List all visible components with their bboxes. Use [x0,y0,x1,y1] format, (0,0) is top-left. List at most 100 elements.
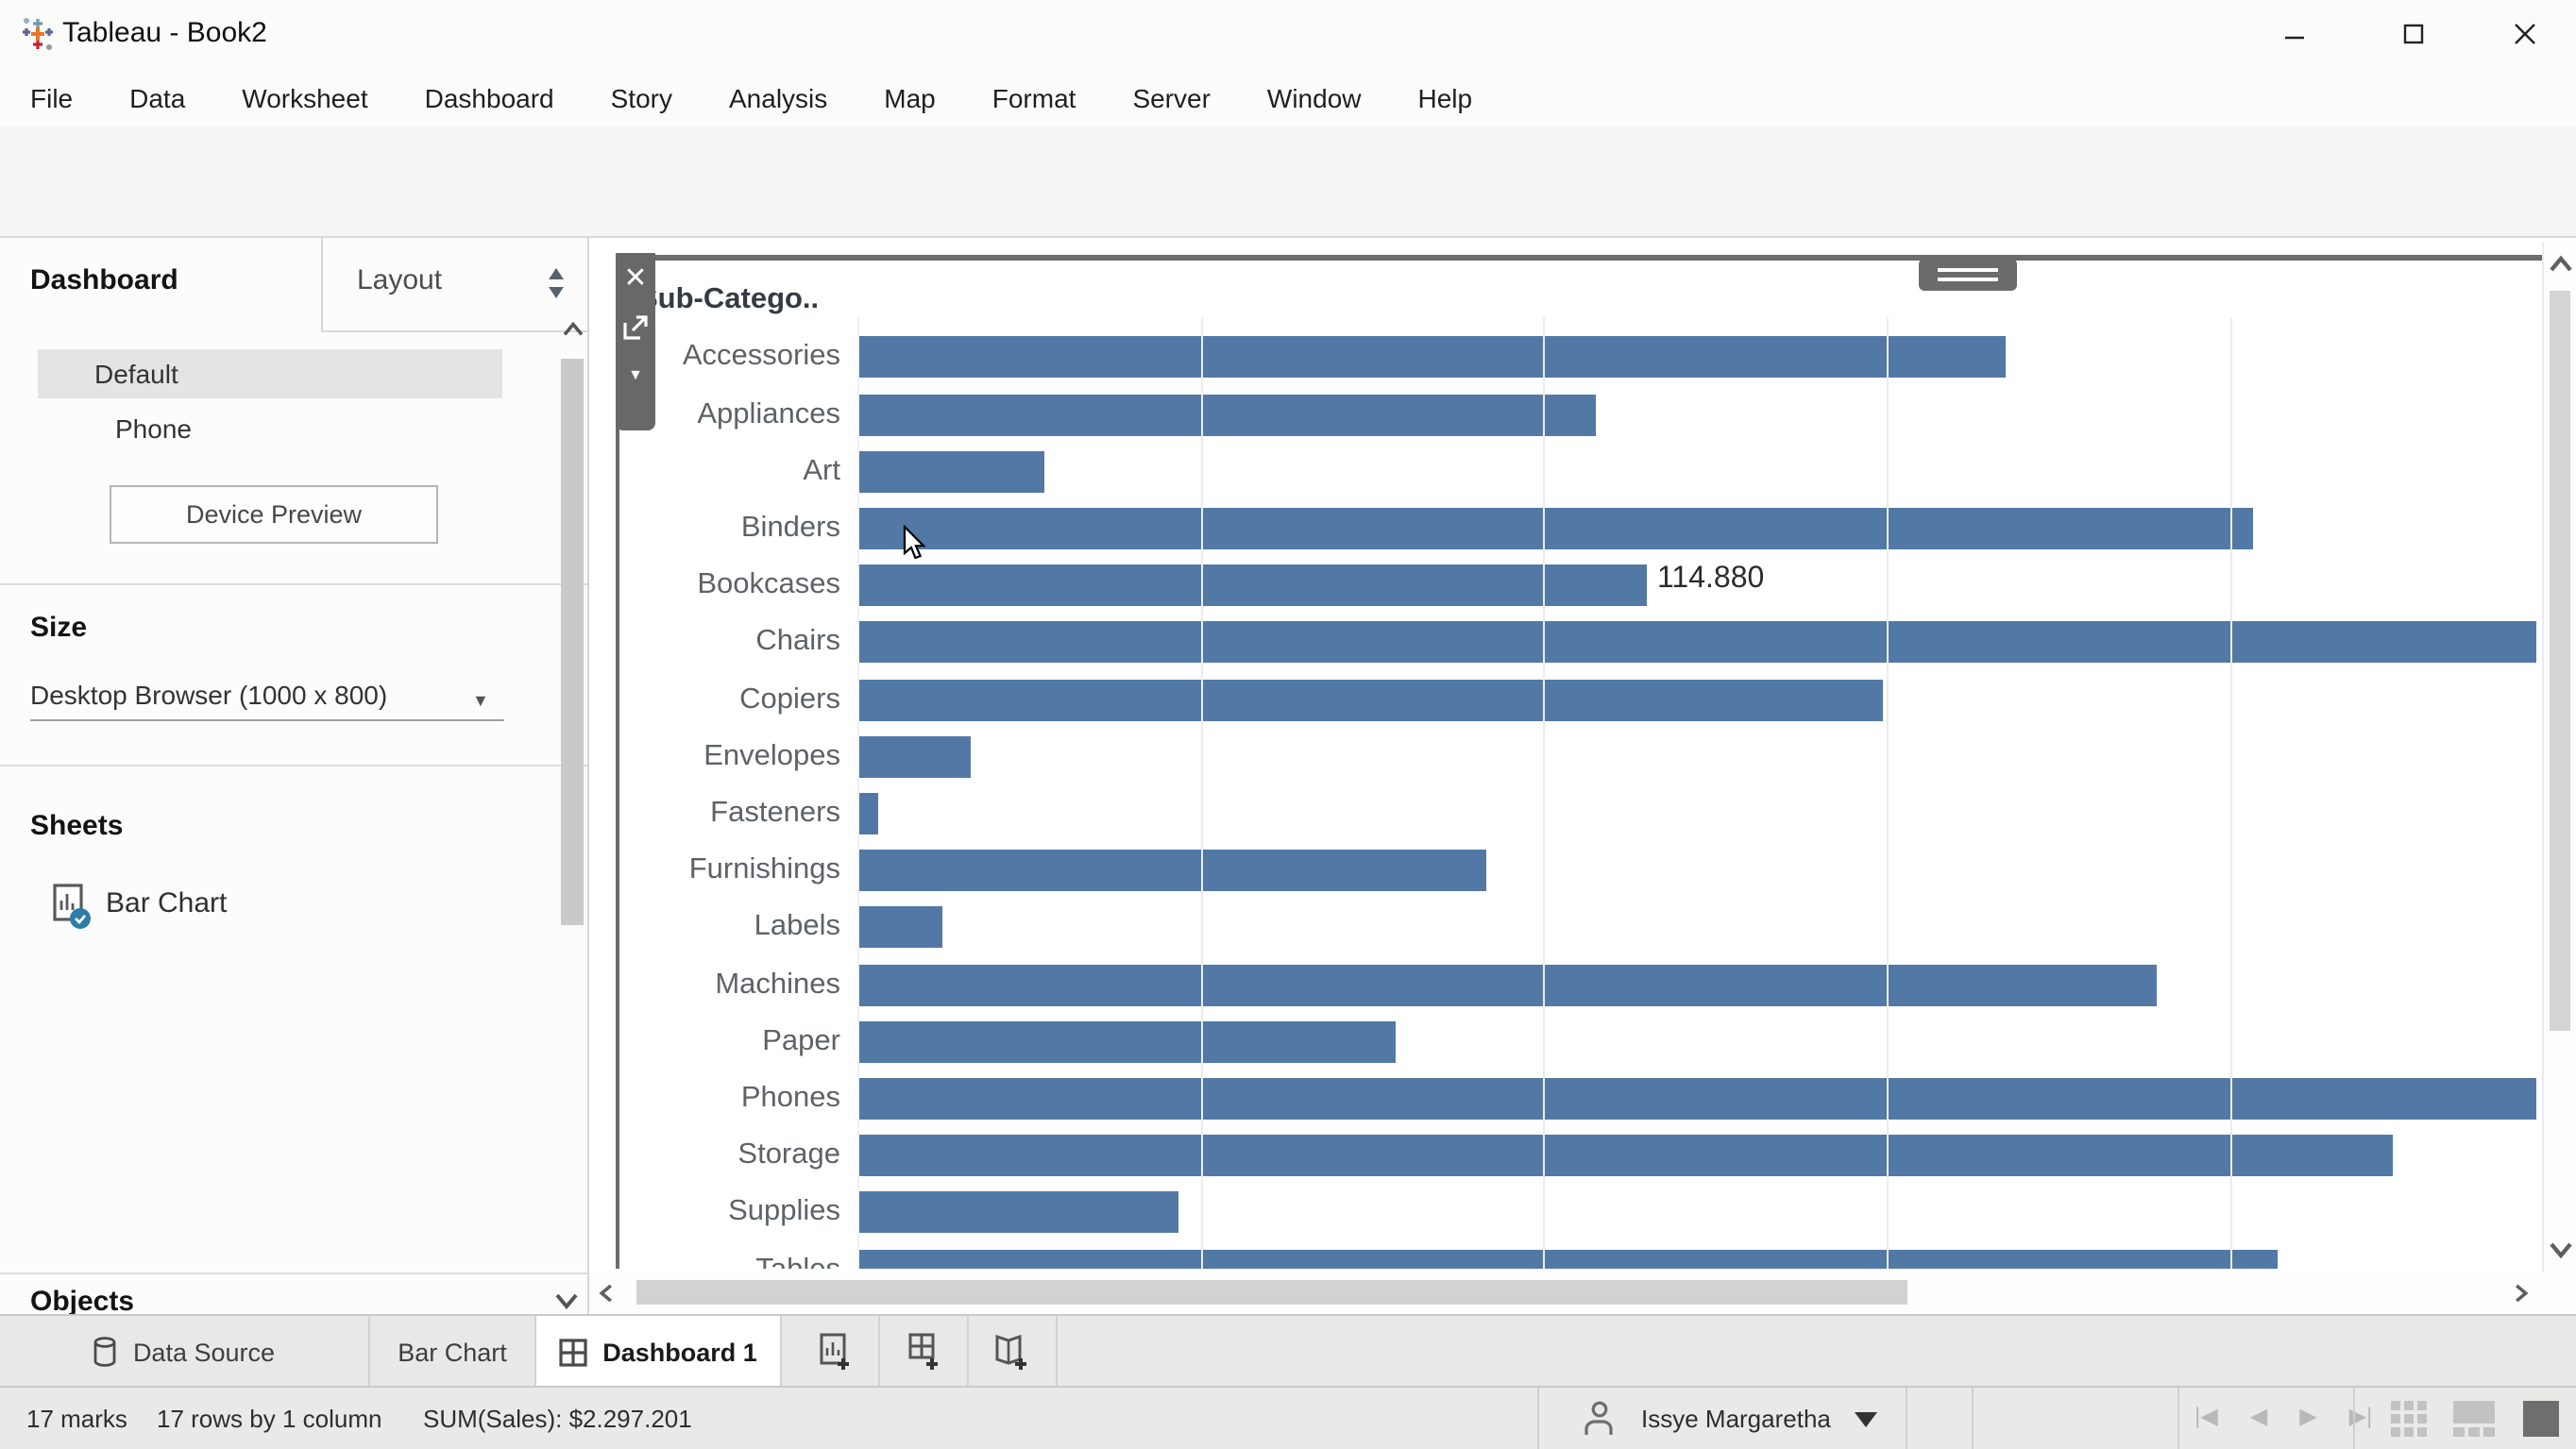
bar-mark[interactable] [857,907,943,949]
dashboard-vertical-scrollbar[interactable] [2542,242,2576,1272]
minimize-button[interactable] [2251,0,2338,68]
bar-mark[interactable] [857,1136,2394,1177]
device-preview-button[interactable]: Device Preview [110,485,438,544]
filmstrip-view-icon[interactable] [2453,1401,2495,1437]
go-to-sheet-icon[interactable] [623,315,648,340]
tableau-window: Tableau - Book2 File Data Worksheet Dash… [0,0,2576,1449]
bar-mark[interactable] [857,1249,2278,1268]
category-label[interactable]: Storage [623,1127,840,1184]
tab-dashboard-1[interactable]: Dashboard 1 [536,1316,782,1388]
title-bar: Tableau - Book2 [0,0,2576,68]
bar-mark[interactable] [857,1078,2536,1120]
menu-data[interactable]: Data [129,82,185,112]
bar-mark[interactable] [857,793,878,834]
menu-map[interactable]: Map [884,82,935,112]
category-label[interactable]: Chairs [623,615,840,671]
device-item-default[interactable]: Default [38,349,502,398]
size-selector-caret-icon[interactable]: ▼ [472,691,489,710]
menu-window[interactable]: Window [1267,82,1362,112]
bar-mark[interactable] [857,565,1646,607]
panel-divider [0,583,587,585]
scroll-down-icon[interactable] [2550,1240,2572,1259]
dashboard-horizontal-scrollbar[interactable] [589,1272,2576,1314]
dashboard-grid-icon [559,1338,587,1366]
category-label[interactable]: Supplies [623,1185,840,1241]
size-selector[interactable]: Desktop Browser (1000 x 800) [30,680,387,710]
sheet-list-item-bar-chart[interactable]: Bar Chart [53,884,227,921]
category-label[interactable]: Bookcases [623,557,840,614]
grid-view-icon[interactable] [2391,1401,2427,1437]
menu-dashboard[interactable]: Dashboard [425,82,554,112]
bar-mark[interactable] [857,1021,1396,1063]
scroll-left-icon[interactable] [599,1282,614,1305]
panel-divider [0,1272,587,1274]
category-label[interactable]: Accessories [623,329,840,386]
remove-object-icon[interactable]: ✕ [623,264,647,293]
panel-scroll-up-icon[interactable] [563,321,584,338]
bar-mark[interactable] [857,508,2253,549]
tab-bar-chart[interactable]: Bar Chart [370,1316,536,1388]
bar-mark[interactable] [857,736,971,778]
rows-columns-count: 17 rows by 1 column [157,1405,381,1433]
bar-mark[interactable] [857,622,2536,664]
category-label[interactable]: Binders [623,500,840,557]
chart-row: Phones [623,1070,2536,1127]
bar-mark[interactable] [857,451,1043,493]
maximize-button[interactable] [2370,0,2457,68]
menu-file[interactable]: File [30,82,73,112]
bar-mark[interactable] [857,394,1596,435]
bar-mark[interactable] [857,1192,1178,1234]
category-label[interactable]: Labels [623,900,840,956]
new-worksheet-tab-button[interactable] [791,1316,880,1388]
bar-mark[interactable] [857,851,1487,892]
single-view-icon[interactable] [2523,1401,2559,1437]
panel-scrollbar[interactable] [557,317,587,1265]
menu-server[interactable]: Server [1132,82,1210,112]
bar-mark[interactable] [857,337,2007,379]
category-label[interactable]: Fasteners [623,785,840,842]
category-label[interactable]: Furnishings [623,842,840,899]
category-label[interactable]: Machines [623,956,840,1013]
objects-collapse-icon[interactable] [555,1291,578,1310]
tab-data-source[interactable]: Data Source [0,1316,370,1388]
object-menu-icon[interactable]: ▼ [628,366,643,383]
horizontal-scrollbar-thumb[interactable] [636,1280,1907,1305]
category-label[interactable]: Paper [623,1014,840,1070]
user-menu-caret-icon[interactable] [1855,1412,1877,1427]
menu-help[interactable]: Help [1418,82,1473,112]
gridline [2230,317,2232,1268]
menu-analysis[interactable]: Analysis [729,82,827,112]
menu-story[interactable]: Story [611,82,672,112]
nav-next-icon: ▶ [2299,1403,2316,1429]
category-label[interactable]: Tables [623,1241,840,1268]
window-title: Tableau - Book2 [62,17,267,49]
menu-format[interactable]: Format [992,82,1076,112]
device-item-phone[interactable]: Phone [38,404,502,453]
category-label[interactable]: Copiers [623,671,840,728]
tab-layout[interactable]: Layout [321,238,589,332]
chart-row: Art [623,444,2536,500]
new-dashboard-tab-button[interactable] [880,1316,969,1388]
bar-mark[interactable] [857,964,2156,1005]
close-button[interactable] [2482,0,2568,68]
scroll-up-icon[interactable] [2550,255,2572,274]
scroll-right-icon[interactable] [2514,1282,2529,1305]
new-story-tab-button[interactable] [969,1316,1058,1388]
size-heading: Size [30,612,87,644]
category-label[interactable]: Phones [623,1070,840,1127]
category-label[interactable]: Envelopes [623,729,840,785]
category-label[interactable]: Appliances [623,386,840,443]
collapse-expand-icon[interactable] [546,268,567,298]
tab-dashboard[interactable]: Dashboard [30,264,178,296]
bar-mark[interactable] [857,679,1884,720]
chart-row: Envelopes [623,729,2536,785]
menu-worksheet[interactable]: Worksheet [242,82,367,112]
category-label[interactable]: Art [623,444,840,500]
chart-row: Paper [623,1014,2536,1070]
vertical-scrollbar-thumb[interactable] [2550,291,2570,1031]
tab-layout-label: Layout [357,264,442,296]
object-drag-handle[interactable] [1919,259,2017,291]
user-name[interactable]: Issye Margaretha [1641,1405,1831,1433]
sheets-heading: Sheets [30,810,123,842]
panel-scrollbar-thumb[interactable] [561,359,584,925]
